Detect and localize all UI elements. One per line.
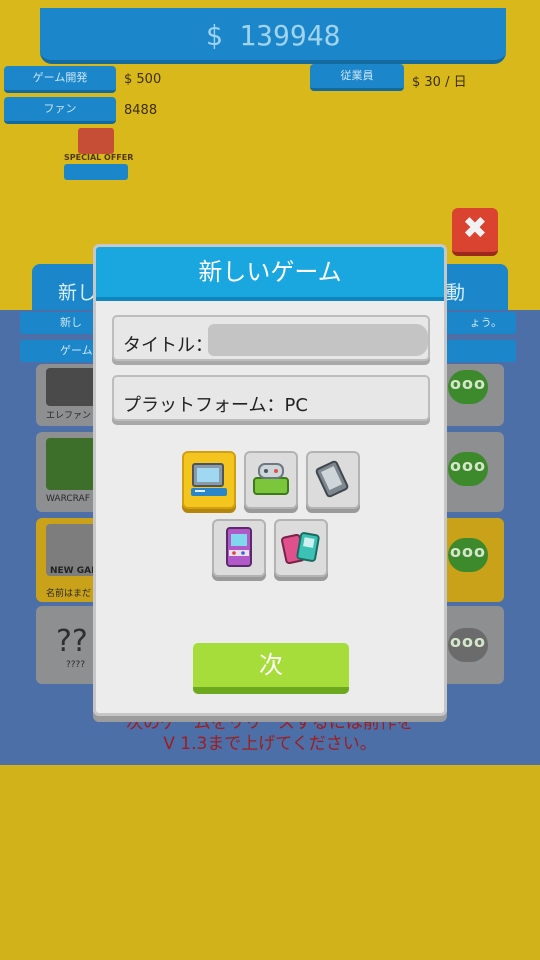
- arcade-machine-icon: [226, 527, 252, 567]
- computer-icon: [191, 463, 227, 496]
- dialog-title: 新しいゲーム: [198, 258, 342, 286]
- sub-bar-1-left: 新し: [60, 316, 82, 329]
- chat-bubble-icon[interactable]: [448, 452, 488, 486]
- gift-button[interactable]: [64, 164, 128, 180]
- platform-handheld-button[interactable]: [274, 519, 328, 577]
- sub-bar-2-left: ゲーム: [60, 344, 93, 357]
- game-console-icon: [253, 463, 289, 495]
- platform-pc-button[interactable]: [182, 451, 236, 509]
- staff-cost: $ 30 / 日: [412, 75, 467, 90]
- dialog-header: 新しいゲーム: [96, 247, 444, 301]
- platform-arcade-button[interactable]: [212, 519, 266, 577]
- sub-bar-1-right: ょう。: [469, 316, 502, 329]
- chat-bubble-icon[interactable]: [448, 370, 488, 404]
- game-card-label-4: ????: [66, 660, 86, 670]
- staff-button[interactable]: 従業員: [310, 64, 404, 91]
- tab-left[interactable]: 新し: [58, 278, 96, 305]
- mobile-device-icon: [315, 460, 349, 498]
- platform-mobile-button[interactable]: [306, 451, 360, 509]
- handheld-console-icon: [281, 532, 320, 565]
- money-value: $ 139948: [205, 19, 341, 52]
- next-button[interactable]: 次: [193, 643, 349, 694]
- unknown-mark: ??: [56, 624, 88, 659]
- game-card-label-2: WARCRAF: [46, 494, 90, 504]
- game-thumbnail-1: [46, 368, 98, 406]
- platform-console-button[interactable]: [244, 451, 298, 509]
- game-card-label-1: エレファント: [46, 411, 101, 421]
- fans-value: 8488: [124, 103, 158, 118]
- gift-label: SPECIAL OFFER: [64, 153, 134, 162]
- game-thumbnail-2: [46, 438, 98, 490]
- game-card-label-3: 名前はまだ: [46, 589, 92, 599]
- money-display: $ 139948: [40, 8, 506, 64]
- tab-right[interactable]: 動: [446, 278, 465, 305]
- new-game-dialog: 新しいゲーム タイトル： プラットフォーム：PC 次: [93, 244, 447, 716]
- release-message-line2: V 1.3まで上げてください。: [163, 734, 377, 754]
- gift-icon[interactable]: [78, 128, 114, 154]
- chat-bubble-icon[interactable]: [448, 538, 488, 572]
- title-field[interactable]: タイトル：: [112, 315, 430, 361]
- develop-button[interactable]: ゲーム開発: [4, 66, 116, 93]
- chat-bubble-icon[interactable]: [448, 628, 488, 662]
- develop-cost: $ 500: [124, 72, 162, 87]
- platform-field: プラットフォーム：PC: [112, 375, 430, 421]
- bottom-area: [0, 765, 540, 960]
- title-input[interactable]: [208, 324, 428, 356]
- fans-button[interactable]: ファン: [4, 97, 116, 124]
- platform-label: プラットフォーム：PC: [123, 395, 308, 416]
- title-label: タイトル：: [123, 335, 213, 356]
- close-button[interactable]: ✖: [452, 208, 498, 256]
